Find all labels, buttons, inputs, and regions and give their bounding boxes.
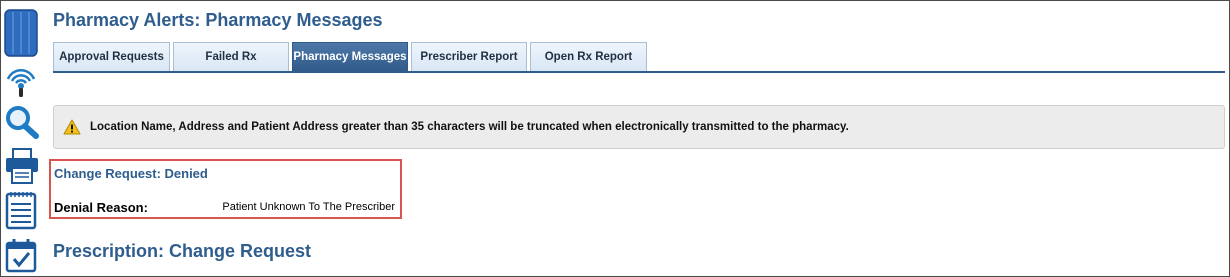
page-title: Pharmacy Alerts: Pharmacy Messages — [53, 10, 383, 30]
tab-underline — [53, 71, 1225, 73]
denial-reason-value: Patient Unknown To The Prescriber — [222, 201, 395, 213]
calendar-check-icon[interactable] — [4, 237, 38, 273]
change-request-denial-box: Change Request: Denied Denial Reason: Pa… — [49, 159, 402, 219]
tab-failed-rx[interactable]: Failed Rx — [173, 42, 289, 71]
warning-icon — [63, 119, 81, 135]
change-request-status: Change Request: Denied — [54, 166, 208, 181]
tab-pharmacy-messages[interactable]: Pharmacy Messages — [292, 42, 408, 71]
grid-icon[interactable] — [4, 9, 38, 57]
denial-reason-label: Denial Reason: — [54, 200, 148, 215]
tab-prescriber-report[interactable]: Prescriber Report — [411, 42, 527, 71]
notepad-icon[interactable] — [4, 190, 38, 230]
warning-banner: Location Name, Address and Patient Addre… — [53, 105, 1225, 149]
broadcast-icon[interactable] — [4, 65, 38, 101]
warning-message: Location Name, Address and Patient Addre… — [90, 121, 849, 133]
section-title: Prescription: Change Request — [53, 241, 312, 261]
app-frame: Pharmacy Alerts: Pharmacy Messages Appro… — [0, 0, 1230, 277]
printer-icon[interactable] — [4, 147, 40, 185]
sidebar — [1, 1, 45, 276]
tab-approval-requests[interactable]: Approval Requests — [53, 42, 170, 71]
tab-open-rx-report[interactable]: Open Rx Report — [530, 42, 647, 71]
search-icon[interactable] — [4, 105, 40, 139]
